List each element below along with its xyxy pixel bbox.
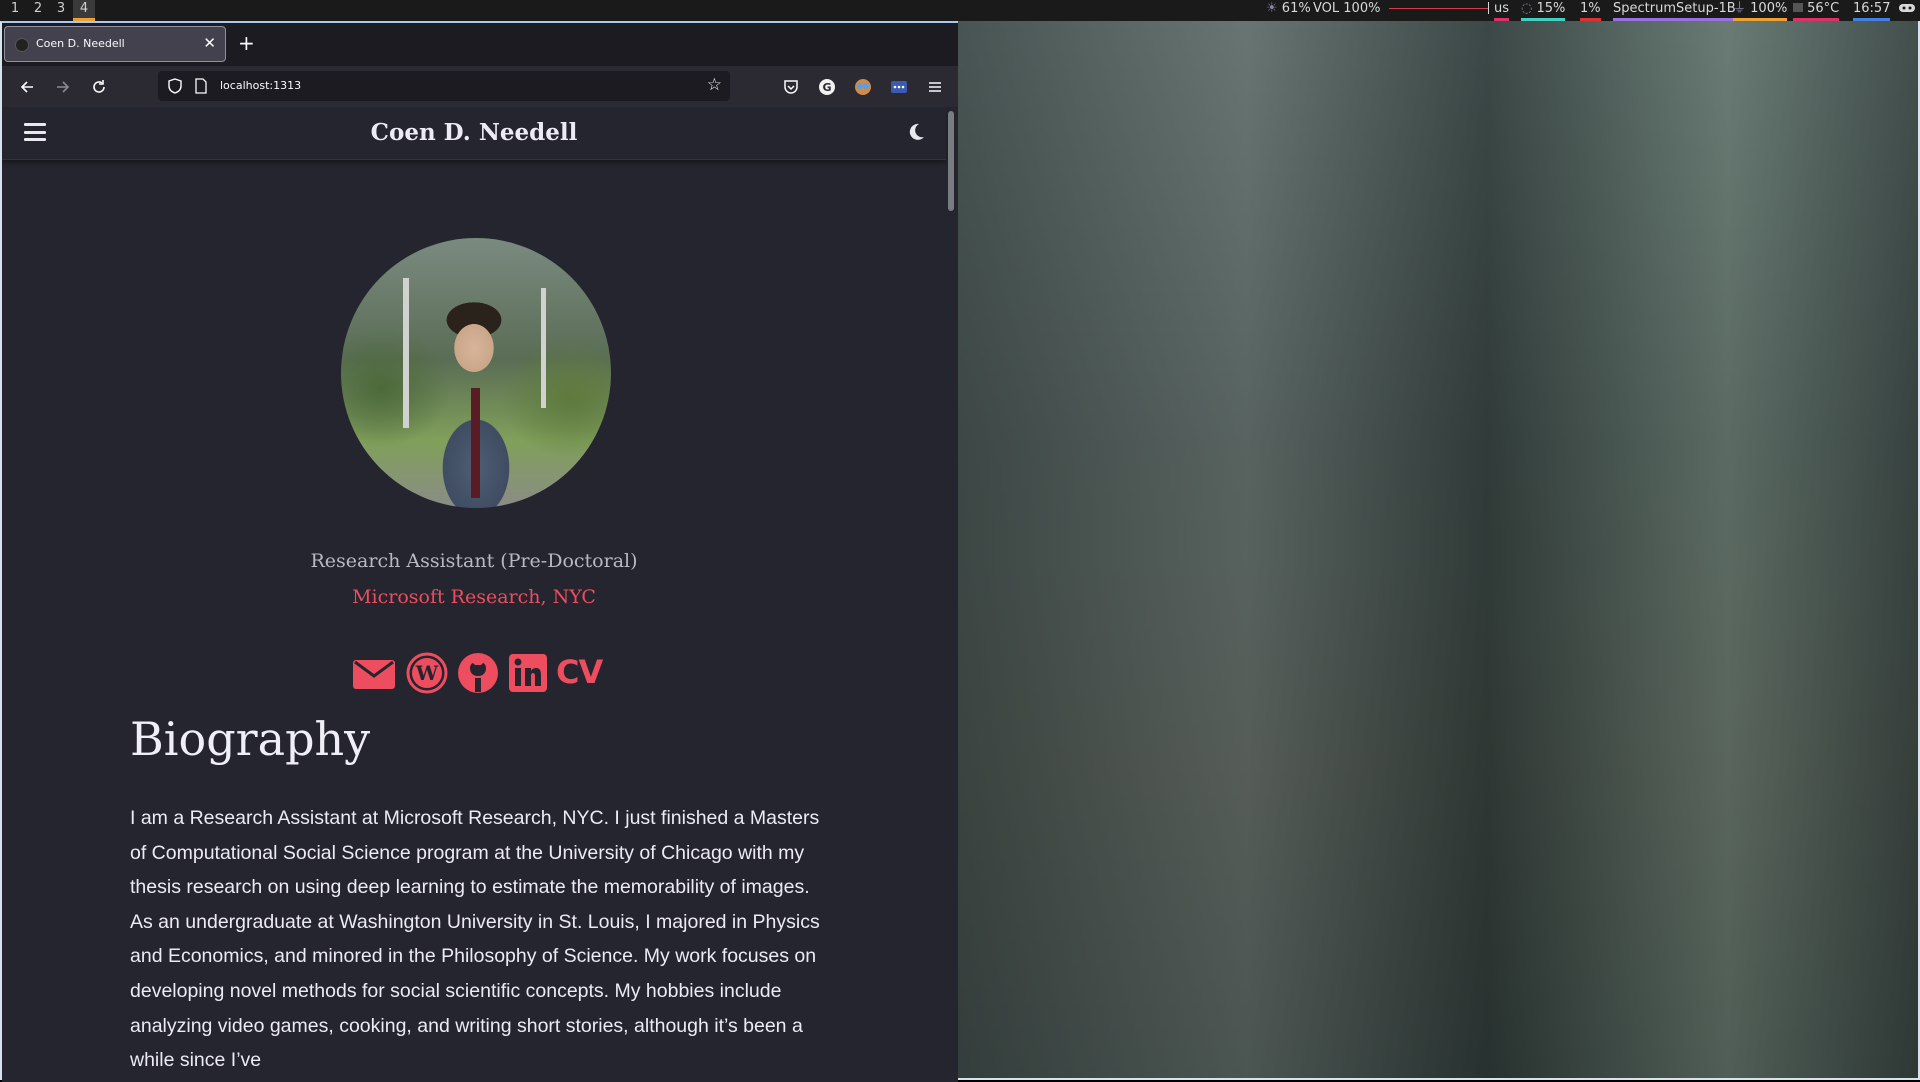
brightness-block: ☀ 61%: [1266, 0, 1311, 18]
organization-link[interactable]: Microsoft Research, NYC: [2, 586, 946, 608]
memory-value: 1%: [1580, 1, 1601, 16]
volume-value: VOL 100%: [1313, 1, 1381, 16]
forward-arrow-icon[interactable]: [51, 75, 75, 99]
battery-icon: ⏚: [1733, 1, 1747, 16]
avatar-tie: [471, 388, 480, 498]
page-info-icon[interactable]: [194, 78, 208, 94]
navigation-toolbar: localhost:1313 ☆ G: [2, 66, 958, 107]
site-header: Coen D. Needell: [2, 107, 946, 160]
browser-menu-icon[interactable]: [926, 78, 944, 96]
reload-icon[interactable]: [87, 75, 111, 99]
temperature-block: 56°C: [1793, 0, 1840, 21]
new-tab-plus-icon[interactable]: +: [238, 33, 255, 53]
temperature-value: 56°C: [1807, 1, 1840, 16]
memory-block: 1%: [1580, 0, 1601, 21]
thermometer-icon: [1793, 3, 1803, 12]
grammarly-extension-icon[interactable]: G: [818, 78, 836, 96]
avatar-background-pole: [403, 278, 409, 428]
battery-block: ⏚ 100%: [1733, 0, 1788, 21]
keyboard-layout-block: us: [1494, 0, 1510, 21]
status-bar: 1 2 3 4 ☀ 61% VOL 100% us ◌ 15% 1% Spect…: [0, 0, 1920, 21]
cpu-value: 15%: [1536, 1, 1566, 16]
brightness-value: 61%: [1281, 1, 1311, 16]
wifi-block: SpectrumSetup-1B: [1613, 0, 1736, 21]
password-manager-extension-icon[interactable]: [890, 78, 908, 96]
workspace-1-button[interactable]: 1: [4, 0, 26, 21]
tab-close-icon[interactable]: ✕: [203, 35, 216, 51]
volume-block: VOL 100%: [1313, 0, 1489, 18]
keyboard-layout-value: us: [1494, 1, 1510, 16]
workspace-2-button[interactable]: 2: [27, 0, 49, 21]
profile-avatar: [341, 238, 611, 508]
bookmark-star-icon[interactable]: ☆: [707, 75, 722, 95]
extension-mask-icon[interactable]: [854, 78, 872, 96]
site-title[interactable]: Coen D. Needell: [2, 119, 946, 146]
tab-bar: Coen D. Needell ✕ +: [2, 23, 958, 66]
svg-text:G: G: [822, 81, 831, 94]
linkedin-icon[interactable]: [508, 652, 548, 694]
back-arrow-icon[interactable]: [15, 75, 39, 99]
tray-controller-icon[interactable]: [1898, 0, 1916, 18]
tracking-shield-icon[interactable]: [166, 77, 184, 95]
tab-title: Coen D. Needell: [36, 37, 125, 50]
avatar-background-pole-2: [541, 288, 546, 408]
workspace-4-button[interactable]: 4: [73, 0, 95, 21]
svg-text:W: W: [415, 661, 439, 685]
url-bar[interactable]: localhost:1313 ☆: [158, 71, 730, 101]
envelope-icon[interactable]: [352, 652, 396, 694]
cpu-icon: ◌: [1521, 1, 1533, 16]
url-text: localhost:1313: [220, 79, 302, 92]
site-favicon-icon: [15, 38, 29, 52]
clock-value: 16:57: [1853, 1, 1891, 16]
workspace-3-button[interactable]: 3: [50, 0, 72, 21]
tab-active[interactable]: Coen D. Needell ✕: [4, 26, 226, 62]
cv-link[interactable]: CV: [556, 652, 603, 694]
web-page: Coen D. Needell Research Assistant (Pre-…: [2, 107, 958, 1082]
battery-value: 100%: [1750, 1, 1788, 16]
wifi-value: SpectrumSetup-1B: [1613, 1, 1736, 16]
cpu-block: ◌ 15%: [1521, 0, 1566, 21]
dark-mode-moon-icon[interactable]: [906, 122, 926, 142]
wordpress-icon[interactable]: W: [406, 652, 448, 694]
volume-slider[interactable]: [1388, 2, 1489, 14]
github-icon[interactable]: [457, 652, 499, 694]
brightness-icon: ☀: [1266, 1, 1278, 16]
biography-text: I am a Research Assistant at Microsoft R…: [130, 807, 820, 1072]
biography-heading: Biography: [130, 712, 371, 766]
desktop-wallpaper: [958, 21, 1920, 1080]
clock-block: 16:57: [1853, 0, 1891, 21]
job-title: Research Assistant (Pre-Doctoral): [310, 550, 638, 572]
page-scrollbar[interactable]: [948, 111, 954, 211]
pocket-icon[interactable]: [782, 78, 800, 96]
browser-window: Coen D. Needell ✕ + localhost:1313 ☆ G C…: [0, 21, 958, 1082]
